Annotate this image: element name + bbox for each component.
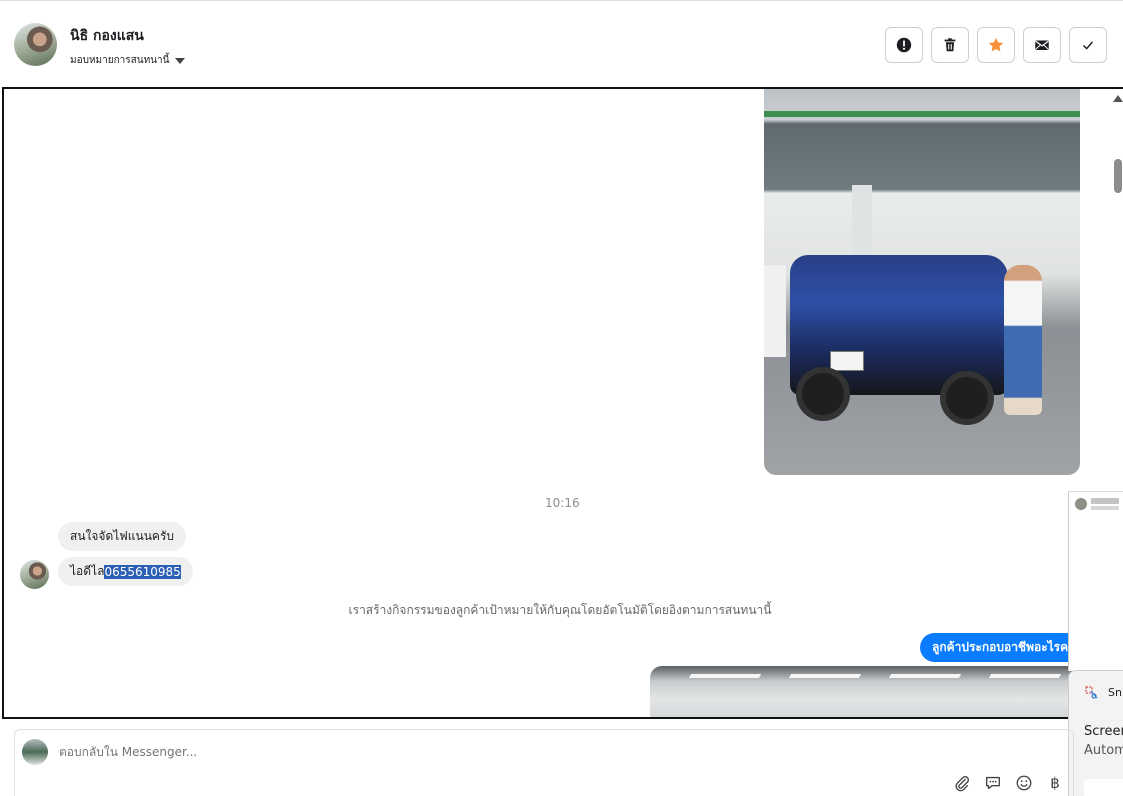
composer-tools: ฿	[953, 774, 1064, 792]
emoji-button[interactable]	[1015, 774, 1033, 792]
star-button[interactable]	[977, 27, 1015, 63]
scroll-up-arrow-icon[interactable]	[1113, 95, 1123, 102]
reply-input[interactable]	[59, 745, 659, 759]
payment-button[interactable]: ฿	[1046, 774, 1064, 792]
trash-icon	[944, 38, 956, 52]
assign-label: มอบหมายการสนทนานี้	[70, 55, 170, 66]
caret-down-icon	[175, 57, 186, 64]
scissors-icon	[1085, 686, 1098, 699]
notification-body: Autom	[1084, 743, 1123, 758]
photo-detail	[764, 111, 1080, 117]
photo-detail	[940, 371, 994, 425]
notification-thumbnail[interactable]	[1084, 779, 1123, 796]
envelope-icon	[1035, 40, 1049, 50]
page-avatar	[22, 739, 48, 765]
paperclip-icon	[955, 776, 969, 792]
notification-app-name: Sni	[1108, 686, 1123, 699]
contact-name[interactable]: นิธิ กองแสน	[70, 25, 144, 47]
preview-avatar	[1075, 498, 1087, 510]
check-icon	[1082, 41, 1094, 50]
message-timestamp: 10:16	[545, 496, 580, 510]
photo-detail	[796, 367, 850, 421]
photo-detail	[1004, 265, 1042, 415]
preview-text	[1091, 506, 1119, 510]
star-icon	[988, 37, 1004, 52]
photo-detail	[830, 351, 864, 371]
reply-composer: ฿	[14, 729, 1074, 796]
mark-unread-button[interactable]	[1023, 27, 1061, 63]
chat-bubble-icon	[986, 776, 1000, 790]
message-text: ลูกค้าประกอบอาชีพอะไรคะ	[932, 640, 1075, 654]
outgoing-message[interactable]: ลูกค้าประกอบอาชีพอะไรคะ	[920, 633, 1080, 662]
side-conversation-preview[interactable]	[1068, 491, 1123, 671]
baht-icon: ฿	[1050, 774, 1060, 792]
header-actions	[885, 27, 1107, 63]
snipping-tool-notification[interactable]: Sni Screen Autom	[1068, 670, 1123, 796]
message-text: ไอดีไล	[70, 564, 105, 578]
photo-detail	[988, 674, 1062, 678]
contact-avatar[interactable]	[14, 23, 57, 66]
assign-conversation-dropdown[interactable]: มอบหมายการสนทนานี้	[70, 53, 186, 68]
sender-avatar[interactable]	[20, 560, 49, 589]
scroll-thumb[interactable]	[1114, 159, 1122, 193]
message-thread[interactable]: 10:16 สนใจจัดไฟแนนครับ ไอดีไล 0655610985 …	[2, 87, 1123, 719]
saved-replies-button[interactable]	[984, 774, 1002, 792]
notification-title: Screen	[1084, 724, 1123, 739]
report-button[interactable]	[885, 27, 923, 63]
attach-button[interactable]	[953, 774, 971, 792]
photo-detail	[788, 674, 862, 678]
exclamation-circle-icon	[896, 37, 912, 53]
preview-text	[1091, 498, 1119, 504]
photo-detail	[688, 674, 762, 678]
photo-detail	[888, 674, 962, 678]
conversation-header: นิธิ กองแสน มอบหมายการสนทนานี้	[0, 0, 1123, 88]
delete-button[interactable]	[931, 27, 969, 63]
photo-detail	[764, 265, 786, 357]
system-note: เราสร้างกิจกรรมของลูกค้าเป้าหมายให้กับคุ…	[348, 603, 772, 617]
message-photo-truck[interactable]	[764, 89, 1080, 475]
incoming-message[interactable]: สนใจจัดไฟแนนครับ	[58, 522, 187, 551]
message-text: สนใจจัดไฟแนนครับ	[70, 529, 175, 543]
conversation-view: นิธิ กองแสน มอบหมายการสนทนานี้ 10:16 สนใ…	[0, 0, 1123, 796]
message-photo-showroom[interactable]	[650, 666, 1080, 717]
incoming-message[interactable]: ไอดีไล 0655610985	[58, 557, 193, 586]
selected-phone-number[interactable]: 0655610985	[104, 564, 181, 579]
mark-done-button[interactable]	[1069, 27, 1107, 63]
emoji-icon	[1016, 775, 1032, 791]
